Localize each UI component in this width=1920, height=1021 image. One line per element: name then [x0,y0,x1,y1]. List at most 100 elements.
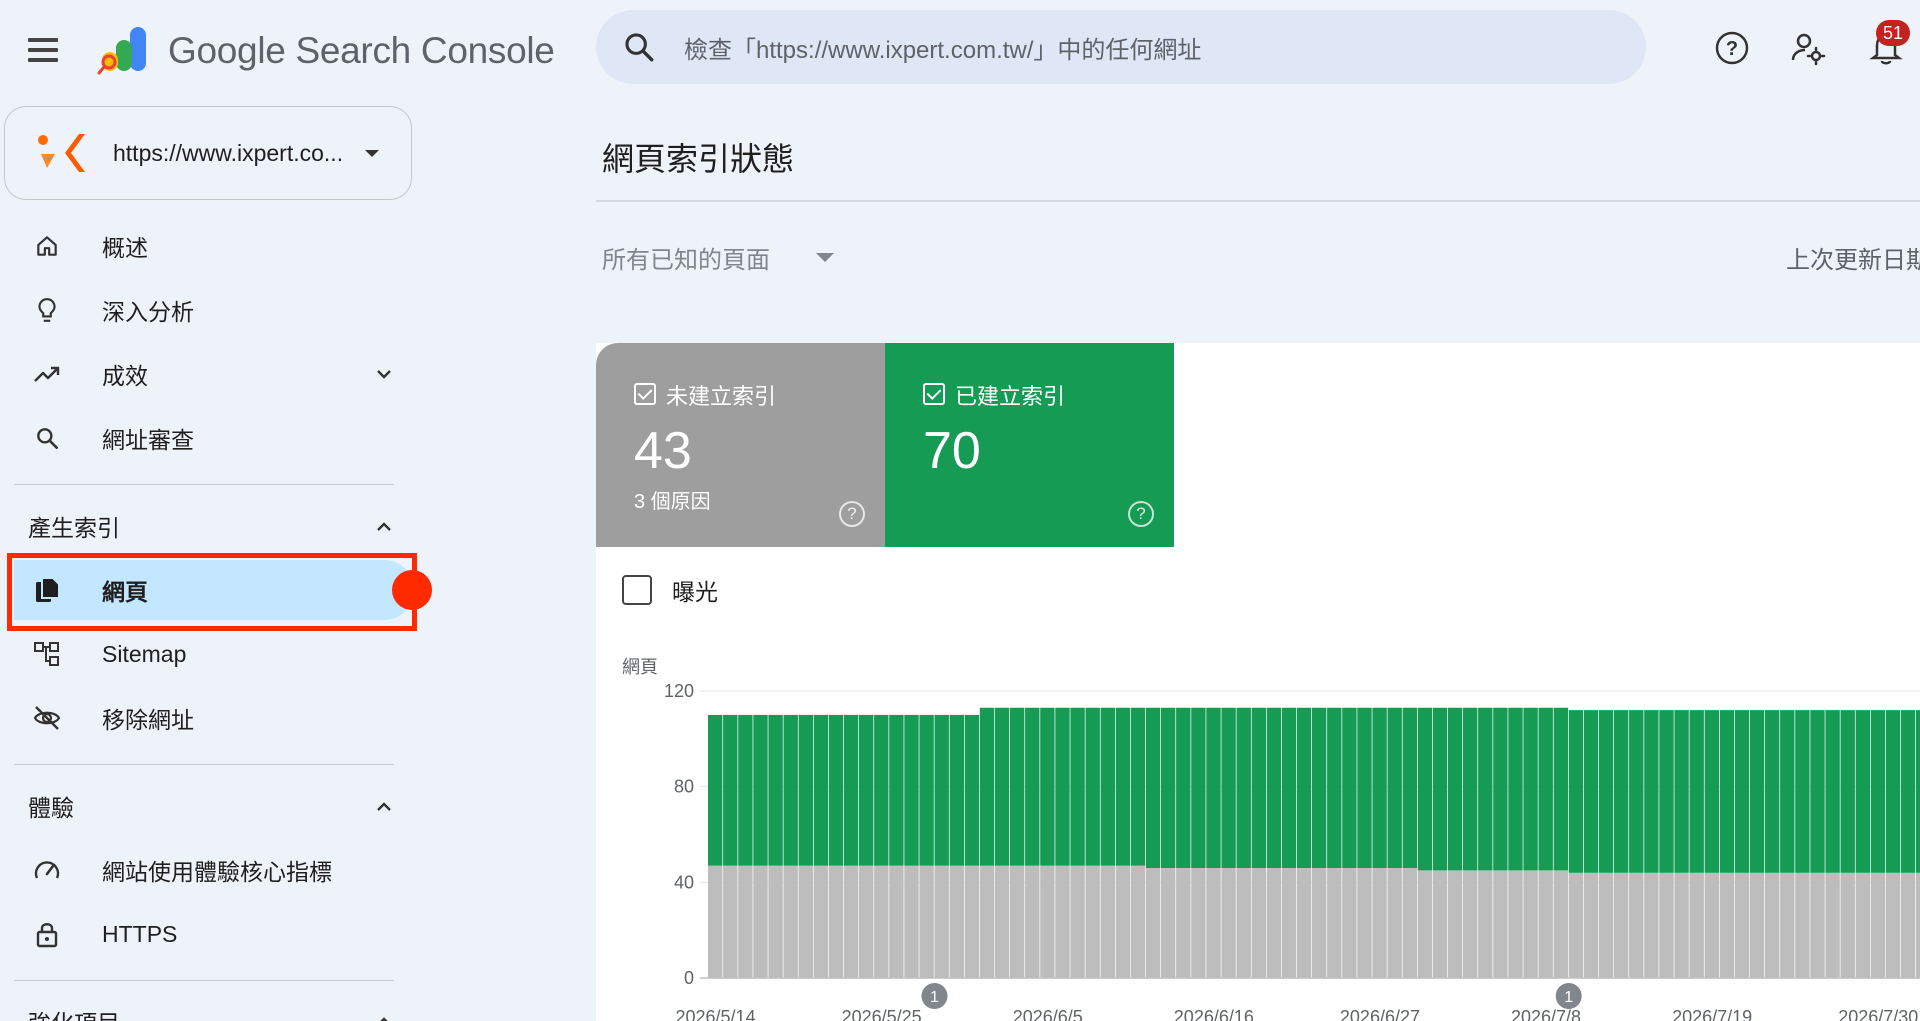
bar-indexed [1916,710,1920,873]
bar-indexed [1161,707,1176,868]
bar-unindexed [994,865,1010,978]
notification-count-badge: 51 [1876,20,1910,46]
bar-unindexed [874,865,889,978]
property-selector[interactable]: https://www.ixpert.co... [4,106,412,200]
y-tick-label: 0 [684,968,694,988]
help-button[interactable]: ? [1708,24,1756,72]
bar-indexed [1447,707,1463,871]
bar-unindexed [1704,872,1719,978]
bar-unindexed [1085,865,1100,978]
sidebar-section-indexing[interactable]: 產生索引 [14,501,414,551]
impressions-label: 曝光 [672,579,718,605]
bar-unindexed [1176,867,1191,978]
help-icon[interactable]: ? [1128,501,1154,527]
sidebar-item-overview[interactable]: 概述 [14,216,414,276]
bar-unindexed [1795,872,1810,978]
bar-indexed [1689,710,1704,873]
x-tick-label: 2026/6/5 [1013,1007,1083,1021]
bar-unindexed [964,865,980,978]
bar-unindexed [1644,872,1659,978]
user-settings-button[interactable] [1784,24,1832,72]
bar-indexed [1659,710,1674,873]
y-axis-title: 網頁 [622,657,658,677]
url-inspection-search[interactable]: 檢查「https://www.ixpert.com.tw/」中的任何網址 [596,10,1646,84]
bar-unindexed [1040,865,1055,978]
bar-unindexed [1145,867,1161,978]
bar-indexed [1115,707,1131,866]
sidebar-item-https[interactable]: HTTPS [14,904,414,964]
bar-indexed [1523,707,1538,871]
bar-unindexed [1417,870,1433,978]
sidebar-item-label: HTTPS [102,920,178,947]
sidebar-item-insights[interactable]: 深入分析 [14,280,414,340]
bar-indexed [1055,707,1070,866]
speed-icon [32,855,62,885]
bar-indexed [753,714,768,866]
sidebar-item-label: 深入分析 [102,299,194,325]
checkbox-checked-icon[interactable] [634,383,656,405]
bar-unindexed [1765,872,1780,978]
bar-indexed [1734,710,1750,873]
bar-indexed [738,714,753,866]
impressions-toggle[interactable]: 曝光 [622,573,718,607]
unindexed-tile[interactable]: 未建立索引 43 3 個原因 ? [596,343,885,547]
bar-indexed [1629,710,1644,873]
sidebar-item-removals[interactable]: 移除網址 [14,688,414,748]
bar-indexed [1387,707,1402,868]
y-tick-label: 40 [674,872,694,892]
bar-unindexed [1916,872,1920,978]
sidebar-item-label: 網站使用體驗核心指標 [102,859,332,885]
search-console-logo [97,27,146,75]
filter-label: 所有已知的頁面 [602,247,770,274]
bar-indexed [904,714,919,866]
sidebar-divider [14,764,394,765]
bar-indexed [889,714,904,866]
chevron-up-icon [380,1017,388,1021]
bar-indexed [1191,707,1206,868]
bar-unindexed [1885,872,1901,978]
bar-indexed [1810,710,1825,873]
sidebar-section-experience[interactable]: 體驗 [14,781,414,831]
sidebar-item-url-inspection[interactable]: 網址審查 [14,408,414,468]
trending-up-icon [32,359,62,389]
bar-unindexed [1780,872,1795,978]
tile-value: 43 [634,422,692,480]
bar-indexed [768,714,783,866]
bar-indexed [723,714,738,866]
home-icon [32,231,62,261]
bar-unindexed [1432,870,1448,978]
property-logo [38,134,85,172]
bar-unindexed [753,865,768,978]
sidebar-item-pages[interactable]: 網頁 [14,560,414,620]
bar-indexed [1221,707,1236,868]
checkbox-checked-icon[interactable] [923,383,945,405]
tile-subtext: 3 個原因 [634,491,711,513]
checkbox-unchecked-icon[interactable] [622,575,652,605]
bar-unindexed [1689,872,1704,978]
bar-unindexed [1598,872,1614,978]
bar-unindexed [1855,872,1870,978]
last-update-label: 上次更新日期 [1786,247,1920,274]
bar-indexed [1900,710,1916,873]
main-menu-button[interactable] [28,32,64,68]
bar-indexed [1885,710,1901,873]
sidebar-section-enhancements[interactable]: 強化項目 [14,996,414,1021]
bar-indexed [1870,710,1886,873]
sidebar-item-label: 網址審查 [102,427,194,453]
bar-indexed [1795,710,1810,873]
indexed-tile[interactable]: 已建立索引 70 ? [885,343,1174,547]
help-icon[interactable]: ? [839,501,865,527]
x-tick-label: 2026/7/19 [1672,1007,1752,1021]
bar-indexed [1825,710,1840,873]
page-filter-dropdown[interactable]: 所有已知的頁面 [602,240,834,275]
sidebar-item-performance[interactable]: 成效 [14,344,414,404]
bar-unindexed [1508,870,1523,978]
sidebar-item-sitemap[interactable]: Sitemap [14,624,414,684]
bar-unindexed [1130,865,1146,978]
bar-indexed [1493,707,1508,871]
bar-unindexed [1236,867,1251,978]
sitemap-icon [32,639,62,669]
bar-unindexed [828,865,844,978]
manage-accounts-icon [1791,33,1826,66]
sidebar-item-core-web-vitals[interactable]: 網站使用體驗核心指標 [14,840,414,900]
